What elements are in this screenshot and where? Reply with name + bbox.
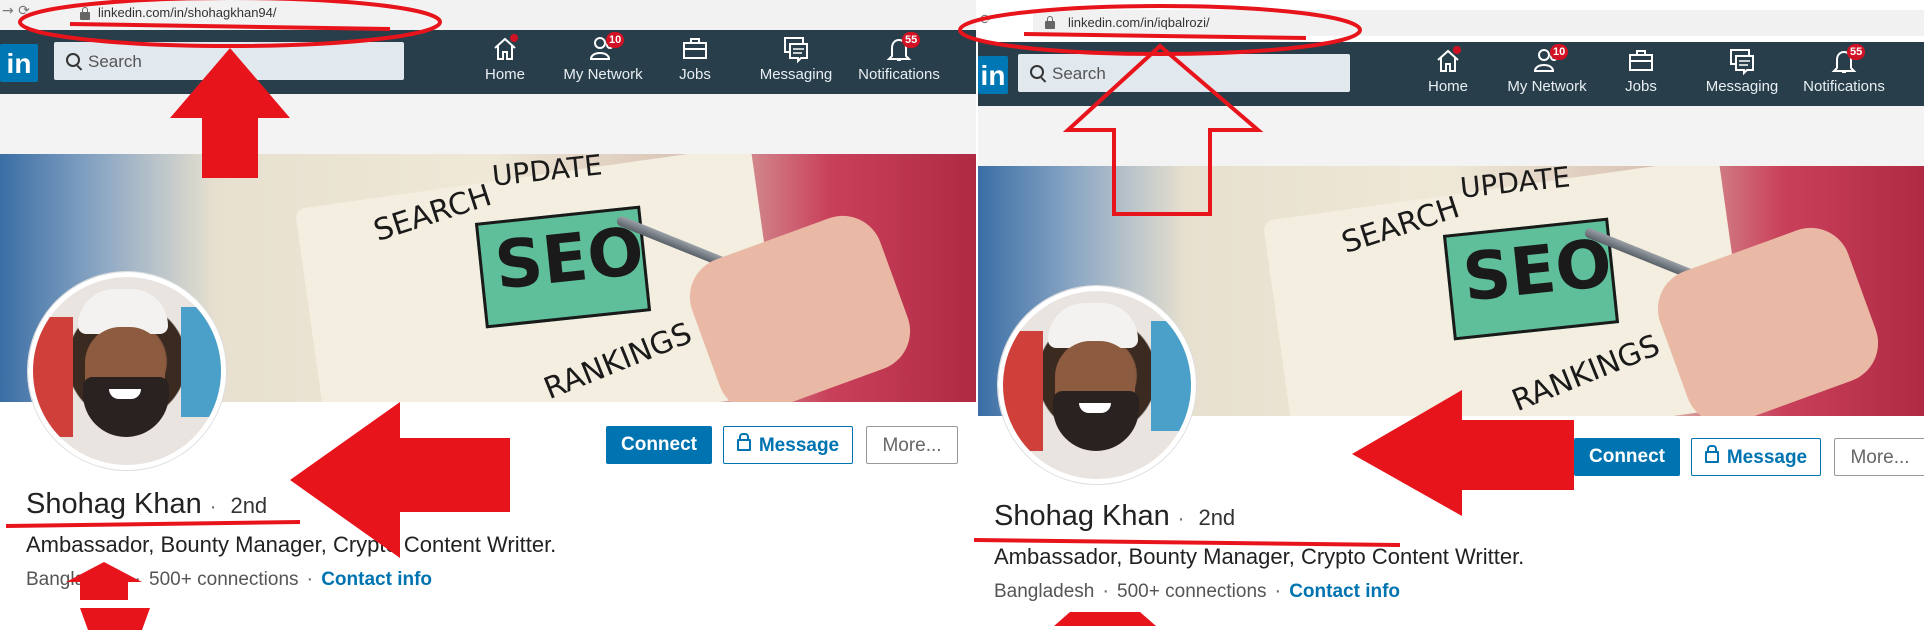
contact-info-link[interactable]: Contact info (321, 569, 432, 590)
profile-connections[interactable]: 500+ connections (149, 569, 298, 590)
separator: · (1177, 508, 1185, 530)
profile-connections[interactable]: 500+ connections (1117, 581, 1266, 602)
connection-degree: 2nd (1198, 505, 1236, 530)
nav-home[interactable]: Home (1418, 46, 1478, 95)
browser-address-bar: → ⟳ linkedin.com/in/shohagkhan94/ (0, 0, 976, 31)
connection-degree: 2nd (230, 493, 268, 518)
separator: · (134, 568, 142, 590)
bell-icon: 55 (884, 32, 921, 64)
network-badge: 10 (1550, 44, 1569, 60)
message-label: Message (1726, 447, 1808, 468)
profile-avatar[interactable] (998, 286, 1196, 484)
search-input[interactable]: Search (1018, 54, 1350, 92)
profile-meta: Bangladesh · 500+ connections · Contact info (994, 580, 1400, 603)
bell-icon: 55 (1829, 44, 1866, 76)
nav-jobs[interactable]: Jobs (1621, 46, 1661, 95)
connect-button[interactable]: Connect (606, 426, 712, 464)
profile-name-line: Shohag Khan · 2nd (994, 500, 1235, 533)
separator: · (209, 496, 217, 518)
nav-my-network-label: My Network (563, 66, 643, 83)
home-icon (490, 34, 520, 64)
nav-messaging-label: Messaging (759, 66, 833, 83)
page-background-strip (0, 94, 976, 154)
nav-notifications-label: Notifications (858, 66, 940, 83)
nav-my-network-label: My Network (1507, 78, 1587, 95)
reload-icon[interactable]: ⟳ (980, 12, 992, 28)
home-icon (1433, 46, 1463, 76)
nav-home[interactable]: Home (475, 34, 535, 83)
separator: · (1102, 580, 1110, 602)
notifications-badge: 55 (902, 32, 921, 48)
network-icon: 10 (588, 32, 625, 64)
lock-icon (80, 7, 90, 20)
network-badge: 10 (606, 32, 625, 48)
nav-notifications[interactable]: 55 Notifications (1796, 44, 1892, 95)
message-button[interactable]: Message (723, 426, 853, 464)
message-button[interactable]: Message (1691, 438, 1821, 476)
nav-messaging-label: Messaging (1705, 78, 1779, 95)
notifications-badge: 55 (1847, 44, 1866, 60)
search-placeholder: Search (1052, 64, 1106, 83)
page-background-strip (978, 106, 1924, 166)
nav-notifications[interactable]: 55 Notifications (851, 32, 947, 83)
more-button[interactable]: More... (866, 426, 958, 464)
messaging-icon (781, 34, 811, 64)
search-icon (66, 53, 80, 67)
linkedin-logo-icon[interactable]: in (978, 56, 1008, 94)
connect-button[interactable]: Connect (1574, 438, 1680, 476)
profile-screenshot-right: ⟳ linkedin.com/in/iqbalrozi/ in Search H… (978, 0, 1924, 635)
nav-messaging[interactable]: Messaging (1704, 46, 1780, 95)
profile-headline: Ambassador, Bounty Manager, Crypto Conte… (26, 532, 557, 557)
messaging-icon (1727, 46, 1757, 76)
contact-info-link[interactable]: Contact info (1289, 581, 1400, 602)
profile-meta: Bangladesh · 500+ connections · Contact info (26, 568, 432, 591)
nav-jobs-label: Jobs (679, 66, 711, 83)
profile-screenshot-left: → ⟳ linkedin.com/in/shohagkhan94/ in Sea… (0, 0, 976, 635)
linkedin-navbar: in Search Home 10 My Network Jobs Messag… (0, 30, 976, 94)
search-input[interactable]: Search (54, 42, 404, 80)
profile-avatar[interactable] (28, 272, 226, 470)
linkedin-navbar: in Search Home 10 My Network Jobs Messag… (978, 42, 1924, 106)
profile-location: Bangladesh (26, 569, 127, 590)
separator: · (1274, 580, 1282, 602)
nav-messaging[interactable]: Messaging (758, 34, 834, 83)
search-placeholder: Search (88, 52, 142, 71)
linkedin-logo-icon[interactable]: in (0, 44, 38, 82)
browser-address-bar: ⟳ linkedin.com/in/iqbalrozi/ (978, 0, 1924, 43)
profile-location: Bangladesh (994, 581, 1095, 602)
search-icon (1030, 65, 1044, 79)
nav-my-network[interactable]: 10 My Network (1497, 44, 1597, 95)
message-label: Message (758, 435, 840, 456)
nav-jobs-label: Jobs (1625, 78, 1657, 95)
separator: · (306, 568, 314, 590)
url-text[interactable]: linkedin.com/in/iqbalrozi/ (1068, 15, 1210, 30)
lock-icon (1045, 16, 1055, 29)
nav-home-label: Home (484, 66, 525, 83)
url-text[interactable]: linkedin.com/in/shohagkhan94/ (98, 5, 277, 20)
lock-icon (736, 432, 751, 451)
nav-jobs[interactable]: Jobs (675, 34, 715, 83)
briefcase-icon (680, 34, 710, 64)
network-icon: 10 (1532, 44, 1569, 76)
home-badge-dot (510, 34, 518, 42)
profile-headline: Ambassador, Bounty Manager, Crypto Conte… (994, 544, 1525, 569)
more-button[interactable]: More... (1834, 438, 1924, 476)
briefcase-icon (1626, 46, 1656, 76)
profile-name-line: Shohag Khan · 2nd (26, 488, 267, 521)
home-badge-dot (1453, 46, 1461, 54)
back-reload-icons[interactable]: → ⟳ (2, 3, 30, 19)
nav-notifications-label: Notifications (1803, 78, 1885, 95)
profile-name: Shohag Khan (26, 488, 202, 520)
profile-name: Shohag Khan (994, 500, 1170, 532)
nav-my-network[interactable]: 10 My Network (553, 32, 653, 83)
lock-icon (1704, 444, 1719, 463)
nav-home-label: Home (1427, 78, 1468, 95)
